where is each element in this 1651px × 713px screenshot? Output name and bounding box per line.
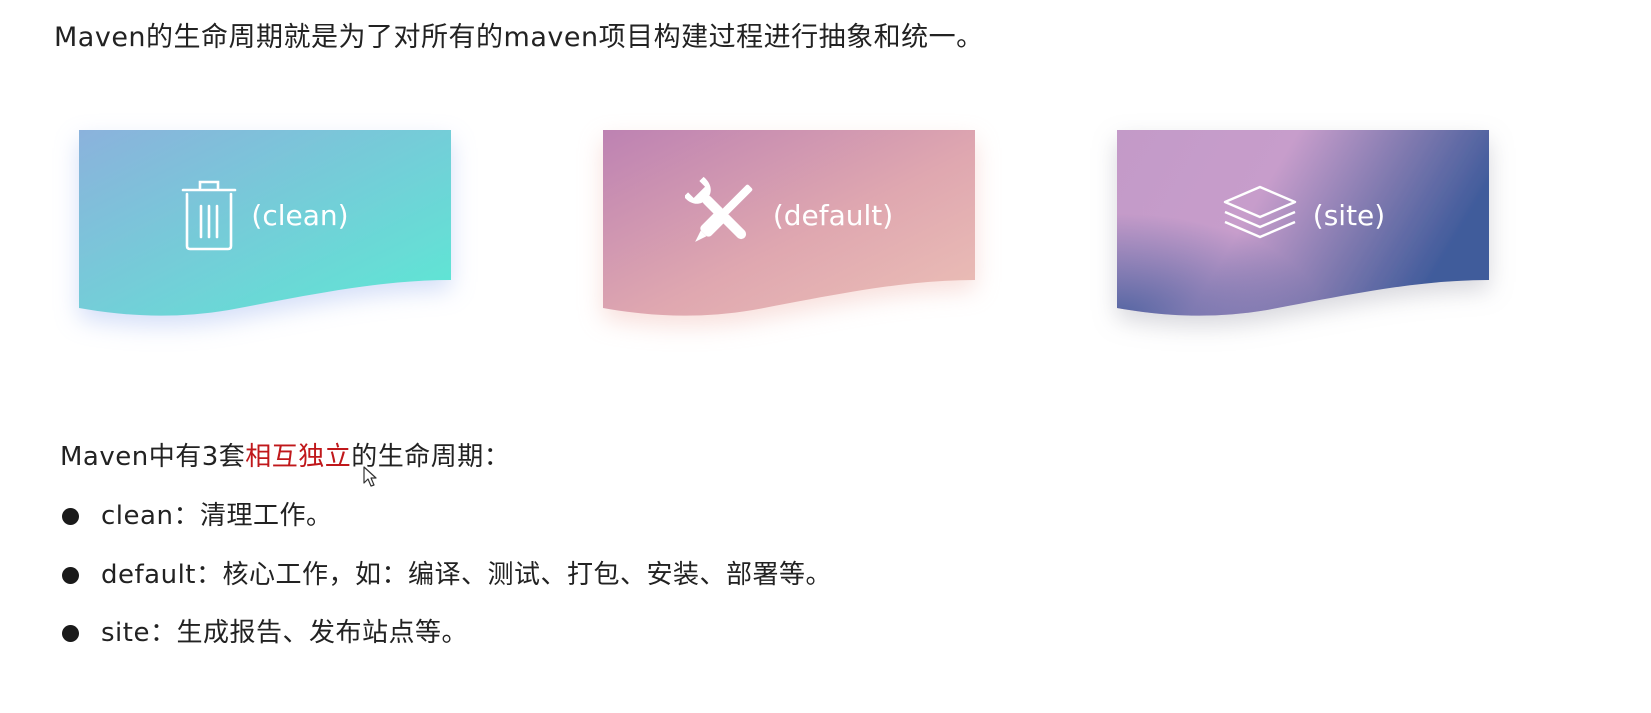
list-item: site：生成报告、发布站点等。 bbox=[60, 613, 832, 672]
layers-icon bbox=[1221, 184, 1299, 246]
heading-prefix: Maven中有3套 bbox=[60, 442, 246, 472]
lifecycle-list: clean：清理工作。 default：核心工作，如：编译、测试、打包、安装、部… bbox=[60, 496, 832, 672]
card-label-default: (default) bbox=[772, 198, 894, 232]
lifecycle-card-clean: (clean) bbox=[79, 130, 451, 320]
term-separator: ： bbox=[149, 618, 177, 648]
lifecycle-card-site: (site) bbox=[1117, 130, 1489, 320]
term-separator: ： bbox=[173, 501, 200, 531]
bullet-icon bbox=[62, 625, 79, 642]
tools-icon bbox=[684, 175, 759, 255]
list-item: clean：清理工作。 bbox=[60, 496, 832, 555]
lifecycle-term: default bbox=[101, 559, 196, 590]
heading-emphasis: 相互独立 bbox=[245, 442, 352, 472]
term-separator: ： bbox=[195, 559, 223, 590]
lifecycle-description: 清理工作。 bbox=[199, 501, 333, 531]
bullet-icon bbox=[62, 508, 79, 525]
card-label-site: (site) bbox=[1312, 198, 1386, 232]
lifecycle-card-default: (default) bbox=[603, 130, 975, 320]
trash-icon bbox=[181, 179, 237, 251]
lifecycles-heading: Maven中有3套相互独立的生命周期： bbox=[60, 437, 510, 477]
card-label-clean: (clean) bbox=[251, 198, 349, 232]
lifecycle-term: clean bbox=[101, 501, 174, 531]
intro-text: Maven的生命周期就是为了对所有的maven项目构建过程进行抽象和统一。 bbox=[54, 22, 984, 53]
lifecycle-description: 核心工作，如：编译、测试、打包、安装、部署等。 bbox=[222, 559, 833, 590]
bullet-icon bbox=[62, 566, 79, 584]
list-item: default：核心工作，如：编译、测试、打包、安装、部署等。 bbox=[60, 555, 832, 614]
mouse-cursor-icon bbox=[363, 466, 377, 487]
lifecycle-term: site bbox=[101, 618, 150, 648]
lifecycle-description: 生成报告、发布站点等。 bbox=[176, 618, 468, 648]
